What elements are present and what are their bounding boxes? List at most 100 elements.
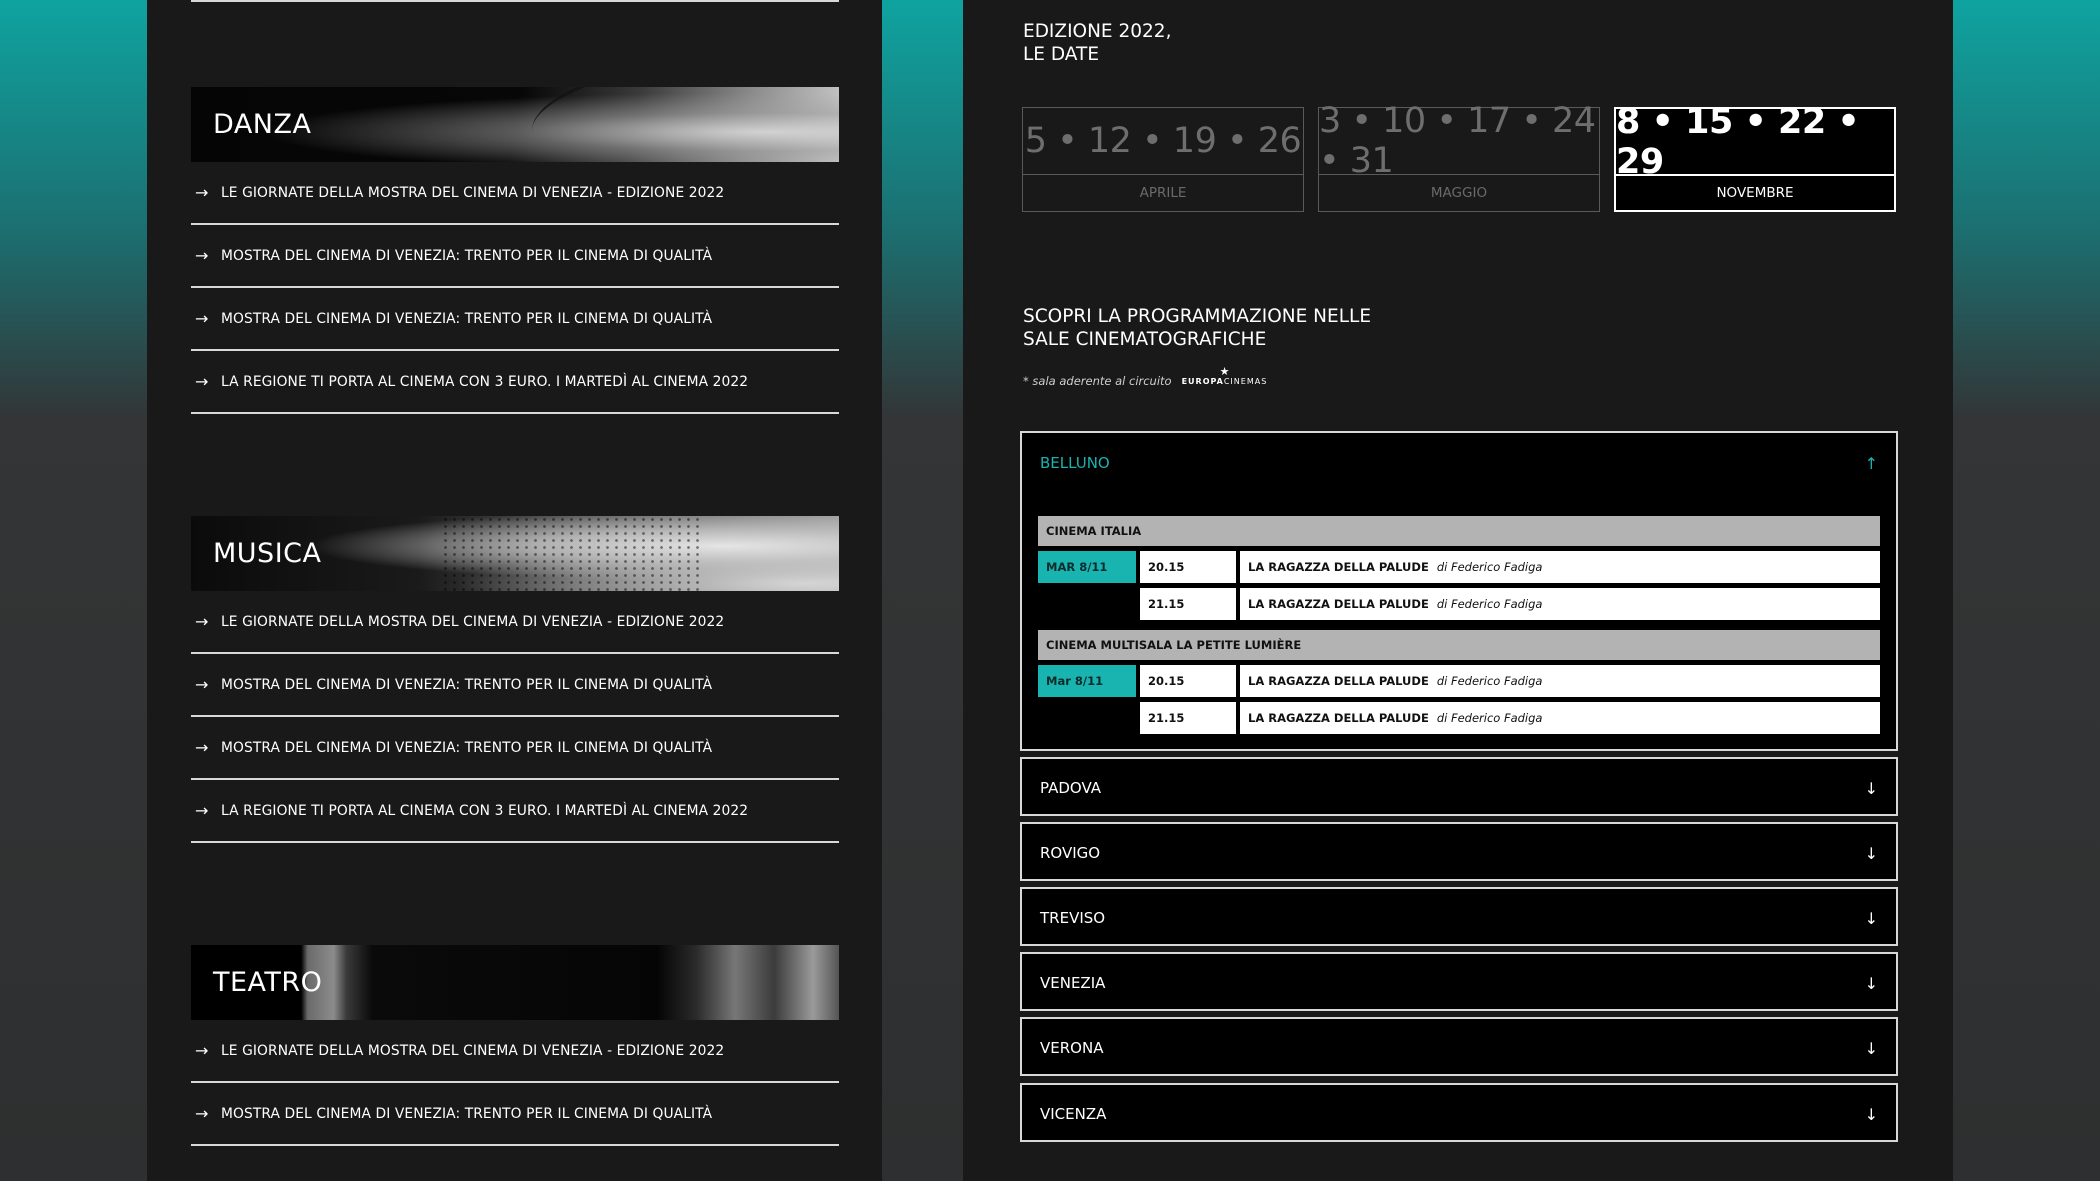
list-item[interactable]: → LA REGIONE TI PORTA AL CINEMA CON 3 EUR… [191, 351, 839, 414]
list-item[interactable]: → LE GIORNATE DELLA MOSTRA DEL CINEMA DI … [191, 1020, 839, 1083]
show-film[interactable]: LA RAGAZZA DELLA PALUDE di Federico Fadig… [1240, 702, 1880, 734]
city-accordion-vicenza[interactable]: VICENZA ↓ [1020, 1083, 1898, 1142]
left-panel: DANZA → LE GIORNATE DELLA MOSTRA DEL CINE… [147, 0, 882, 1181]
circuit-note-text: * sala aderente al circuito [1023, 374, 1172, 388]
show-day: Mar 8/11 [1038, 665, 1136, 697]
section-teatro: TEATRO → LE GIORNATE DELLA MOSTRA DEL CIN… [191, 945, 839, 1146]
city-name: TREVISO [1040, 909, 1106, 927]
film-title: LA RAGAZZA DELLA PALUDE [1248, 597, 1429, 611]
chevron-down-icon[interactable]: ↓ [1865, 779, 1878, 798]
teatro-banner: TEATRO [191, 945, 839, 1020]
show-time: 21.15 [1140, 702, 1236, 734]
film-title: LA RAGAZZA DELLA PALUDE [1248, 674, 1429, 688]
list-item-label: MOSTRA DEL CINEMA DI VENEZIA: TRENTO PER… [221, 676, 713, 693]
arrow-right-icon: → [195, 1104, 209, 1123]
europa-cinemas-logo: ★ EUROPACINEMAS [1181, 365, 1268, 386]
show-time: 21.15 [1140, 588, 1236, 620]
musica-banner: MUSICA [191, 516, 839, 591]
arrow-right-icon: → [195, 246, 209, 265]
date-card-maggio[interactable]: 3 • 10 • 17 • 24 • 31 MAGGIO [1318, 101, 1600, 212]
city-name: PADOVA [1040, 779, 1102, 797]
danza-banner: DANZA [191, 87, 839, 162]
city-accordion-verona[interactable]: VERONA ↓ [1020, 1017, 1898, 1076]
chevron-up-icon[interactable]: ↑ [1865, 454, 1878, 473]
date-days: 3 • 10 • 17 • 24 • 31 [1319, 101, 1599, 181]
arrow-right-icon: → [195, 801, 209, 820]
date-days: 5 • 12 • 19 • 26 [1023, 108, 1303, 175]
venue-name: CINEMA ITALIA [1038, 516, 1880, 546]
arrow-right-icon: → [195, 675, 209, 694]
list-item[interactable]: → LE GIORNATE DELLA MOSTRA DEL CINEMA DI … [191, 591, 839, 654]
city-accordion-padova[interactable]: PADOVA ↓ [1020, 757, 1898, 816]
circuit-note: * sala aderente al circuito ★ EUROPACINE… [1023, 365, 1268, 389]
section-title: TEATRO [213, 967, 323, 998]
list-item[interactable]: → MOSTRA DEL CINEMA DI VENEZIA: TRENTO PE… [191, 654, 839, 717]
show-film[interactable]: LA RAGAZZA DELLA PALUDE di Federico Fadig… [1240, 588, 1880, 620]
accordion-header[interactable]: PADOVA ↓ [1022, 759, 1896, 817]
list-item-label: MOSTRA DEL CINEMA DI VENEZIA: TRENTO PER… [221, 247, 713, 264]
chevron-down-icon[interactable]: ↓ [1865, 974, 1878, 993]
arrow-right-icon: → [195, 612, 209, 631]
show-film[interactable]: LA RAGAZZA DELLA PALUDE di Federico Fadig… [1240, 665, 1880, 697]
section-musica: MUSICA → LE GIORNATE DELLA MOSTRA DEL CIN… [191, 516, 839, 843]
discover-title: SCOPRI LA PROGRAMMAZIONE NELLE SALE CINE… [1023, 305, 1371, 351]
list-item[interactable]: → MOSTRA DEL CINEMA DI VENEZIA: TRENTO PE… [191, 288, 839, 351]
edition-title: EDIZIONE 2022, LE DATE [1023, 20, 1171, 66]
show-film[interactable]: LA RAGAZZA DELLA PALUDE di Federico Fadig… [1240, 551, 1880, 583]
show-day: MAR 8/11 [1038, 551, 1136, 583]
list-item-label: LA REGIONE TI PORTA AL CINEMA CON 3 EURO… [221, 373, 749, 390]
film-title: LA RAGAZZA DELLA PALUDE [1248, 560, 1429, 574]
list-item-label: LE GIORNATE DELLA MOSTRA DEL CINEMA DI V… [221, 613, 725, 630]
list-item[interactable]: → MOSTRA DEL CINEMA DI VENEZIA: TRENTO PE… [191, 225, 839, 288]
city-accordion-rovigo[interactable]: ROVIGO ↓ [1020, 822, 1898, 881]
arrow-right-icon: → [195, 738, 209, 757]
discover-title-line: SALE CINEMATOGRAFICHE [1023, 329, 1267, 350]
arrow-right-icon: → [195, 372, 209, 391]
film-title: LA RAGAZZA DELLA PALUDE [1248, 711, 1429, 725]
discover-title-line: SCOPRI LA PROGRAMMAZIONE NELLE [1023, 306, 1372, 327]
show-time: 20.15 [1140, 665, 1236, 697]
list-item-label: MOSTRA DEL CINEMA DI VENEZIA: TRENTO PER… [221, 310, 713, 327]
city-accordion-treviso[interactable]: TREVISO ↓ [1020, 887, 1898, 946]
list-item[interactable]: → MOSTRA DEL CINEMA DI VENEZIA: TRENTO PE… [191, 717, 839, 780]
list-item-label: LE GIORNATE DELLA MOSTRA DEL CINEMA DI V… [221, 1042, 725, 1059]
list-item-label: MOSTRA DEL CINEMA DI VENEZIA: TRENTO PER… [221, 739, 713, 756]
list-item-label: LE GIORNATE DELLA MOSTRA DEL CINEMA DI V… [221, 184, 725, 201]
city-accordion-venezia[interactable]: VENEZIA ↓ [1020, 952, 1898, 1011]
date-month: NOVEMBRE [1716, 185, 1794, 201]
show-time: 20.15 [1140, 551, 1236, 583]
list-item[interactable]: → MOSTRA DEL CINEMA DI VENEZIA: TRENTO PE… [191, 1083, 839, 1146]
date-month: APRILE [1139, 185, 1187, 201]
section-title: DANZA [213, 109, 312, 140]
film-director: di Federico Fadiga [1436, 560, 1543, 574]
chevron-down-icon[interactable]: ↓ [1865, 844, 1878, 863]
list-item[interactable]: → LA REGIONE TI PORTA AL CINEMA CON 3 EUR… [191, 780, 839, 843]
city-accordion-belluno: BELLUNO ↑ CINEMA ITALIA MAR 8/11 20.15 L… [1020, 431, 1898, 751]
accordion-header[interactable]: BELLUNO ↑ [1022, 433, 1896, 493]
accordion-header[interactable]: ROVIGO ↓ [1022, 824, 1896, 882]
city-name: VICENZA [1040, 1105, 1107, 1123]
edition-title-line: EDIZIONE 2022, [1023, 21, 1172, 42]
accordion-header[interactable]: VENEZIA ↓ [1022, 954, 1896, 1012]
accordion-header[interactable]: VERONA ↓ [1022, 1019, 1896, 1077]
arrow-right-icon: → [195, 183, 209, 202]
europa-logo-rest: CINEMAS [1223, 376, 1268, 386]
chevron-down-icon[interactable]: ↓ [1865, 1039, 1878, 1058]
edition-title-line: LE DATE [1023, 44, 1100, 65]
arrow-right-icon: → [195, 309, 209, 328]
accordion-header[interactable]: TREVISO ↓ [1022, 889, 1896, 947]
venue-name: CINEMA MULTISALA LA PETITE LUMIÈRE [1038, 630, 1880, 660]
arrow-right-icon: → [195, 1041, 209, 1060]
chevron-down-icon[interactable]: ↓ [1865, 1105, 1878, 1124]
city-name: BELLUNO [1040, 454, 1110, 472]
section-danza: DANZA → LE GIORNATE DELLA MOSTRA DEL CINE… [191, 87, 839, 414]
europa-logo-bold: EUROPA [1181, 376, 1224, 386]
right-panel: EDIZIONE 2022, LE DATE 5 • 12 • 19 • 26 … [963, 0, 1953, 1181]
chevron-down-icon[interactable]: ↓ [1865, 909, 1878, 928]
date-card-aprile[interactable]: 5 • 12 • 19 • 26 APRILE [1022, 107, 1304, 212]
list-item-label: LA REGIONE TI PORTA AL CINEMA CON 3 EURO… [221, 802, 749, 819]
film-director: di Federico Fadiga [1436, 674, 1543, 688]
date-card-novembre[interactable]: 8 • 15 • 22 • 29 NOVEMBRE [1614, 102, 1896, 212]
accordion-header[interactable]: VICENZA ↓ [1022, 1085, 1896, 1143]
list-item[interactable]: → LE GIORNATE DELLA MOSTRA DEL CINEMA DI … [191, 162, 839, 225]
